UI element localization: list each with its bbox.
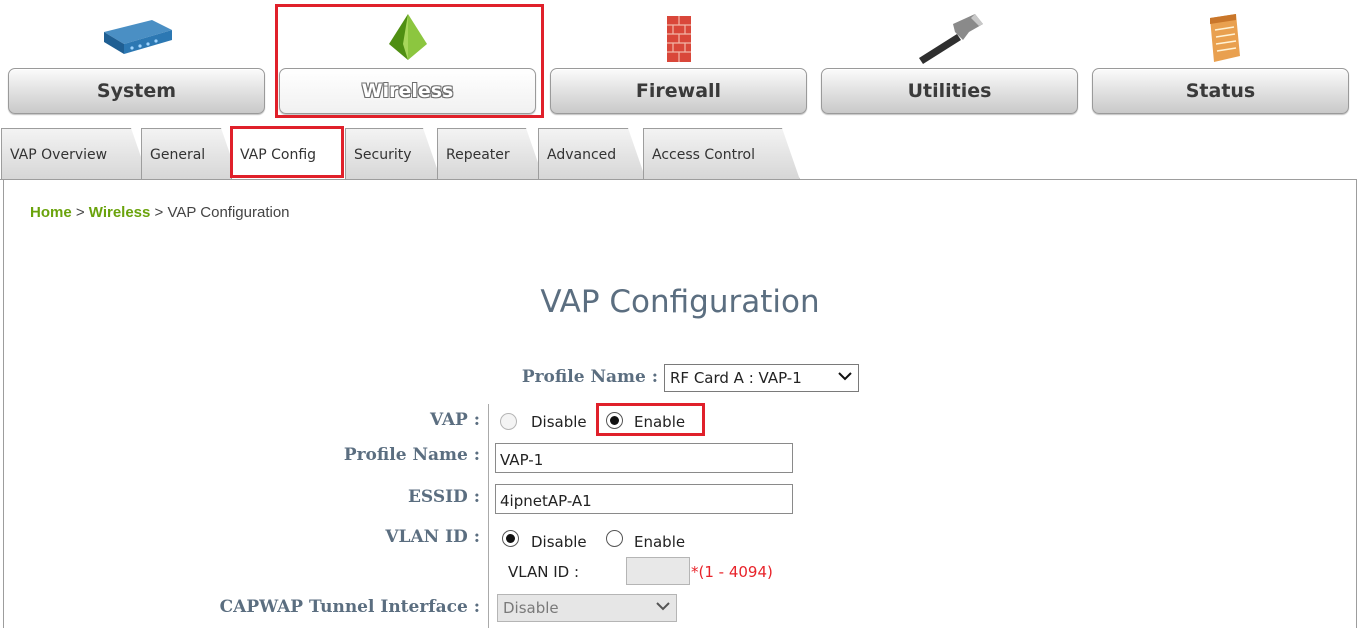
- vap-label: VAP :: [429, 410, 480, 430]
- profile-select[interactable]: RF Card A : VAP-1: [664, 364, 859, 392]
- vap-disable-label: Disable: [531, 413, 587, 431]
- vlan-id-label: VLAN ID :: [385, 527, 480, 547]
- capwap-tunnel-select[interactable]: Disable: [497, 594, 677, 622]
- tab-bar: VAP Overview General VAP Config Security…: [0, 126, 1360, 180]
- menu-item-firewall[interactable]: Firewall: [547, 6, 810, 118]
- hammer-icon: [918, 14, 983, 64]
- capwap-select-value: Disable: [503, 599, 559, 617]
- vlan-enable-label: Enable: [634, 533, 686, 551]
- breadcrumb-wireless-link[interactable]: Wireless: [89, 204, 151, 221]
- essid-field[interactable]: 4ipnetAP-A1: [495, 484, 793, 514]
- vlan-id-sub-label: VLAN ID :: [508, 563, 580, 581]
- profile-name-label: Profile Name :: [343, 445, 480, 465]
- system-button[interactable]: System: [8, 68, 265, 114]
- status-button[interactable]: Status: [1092, 68, 1349, 114]
- vlan-disable-radio[interactable]: [502, 530, 519, 547]
- tab-security[interactable]: Security: [345, 128, 441, 180]
- menu-item-utilities[interactable]: Utilities: [818, 6, 1081, 118]
- chevron-down-icon: [838, 372, 852, 381]
- chevron-down-icon: [656, 602, 670, 611]
- vap-config-highlight-frame: [230, 126, 344, 178]
- profile-select-label: Profile Name :: [521, 367, 658, 387]
- breadcrumb-separator: >: [71, 204, 89, 221]
- menu-item-system[interactable]: System: [5, 6, 268, 118]
- tab-access-control[interactable]: Access Control: [643, 128, 800, 180]
- profile-name-field[interactable]: VAP-1: [495, 443, 793, 473]
- breadcrumb-separator: >: [150, 204, 168, 221]
- vap-enable-highlight-frame: [596, 403, 705, 436]
- wireless-highlight-frame: [275, 4, 544, 118]
- vap-disable-radio[interactable]: [500, 413, 517, 430]
- breadcrumb-current: VAP Configuration: [167, 204, 290, 221]
- tab-vap-overview[interactable]: VAP Overview: [1, 128, 149, 180]
- brick-firewall-icon: [666, 16, 691, 62]
- network-device-icon: [103, 20, 172, 54]
- page-title: VAP Configuration: [540, 284, 820, 320]
- vlan-id-range-hint: *(1 - 4094): [691, 563, 773, 581]
- tab-repeater[interactable]: Repeater: [437, 128, 544, 180]
- vlan-disable-label: Disable: [531, 533, 587, 551]
- firewall-button[interactable]: Firewall: [550, 68, 807, 114]
- tab-general[interactable]: General: [141, 128, 239, 180]
- vlan-enable-radio[interactable]: [606, 530, 623, 547]
- utilities-button[interactable]: Utilities: [821, 68, 1078, 114]
- menu-item-status[interactable]: Status: [1089, 6, 1352, 118]
- form-divider: [488, 404, 489, 628]
- breadcrumb-home-link[interactable]: Home: [30, 204, 72, 221]
- vlan-id-field[interactable]: [626, 557, 690, 585]
- top-menu: System Wireless Firewall Utilities Statu…: [0, 0, 1360, 120]
- essid-label: ESSID :: [407, 487, 480, 507]
- tab-advanced[interactable]: Advanced: [538, 128, 646, 180]
- notepad-icon: [1209, 14, 1240, 62]
- capwap-label: CAPWAP Tunnel Interface :: [219, 597, 480, 617]
- profile-select-value: RF Card A : VAP-1: [670, 369, 802, 387]
- breadcrumb: Home > Wireless > VAP Configuration: [30, 204, 290, 221]
